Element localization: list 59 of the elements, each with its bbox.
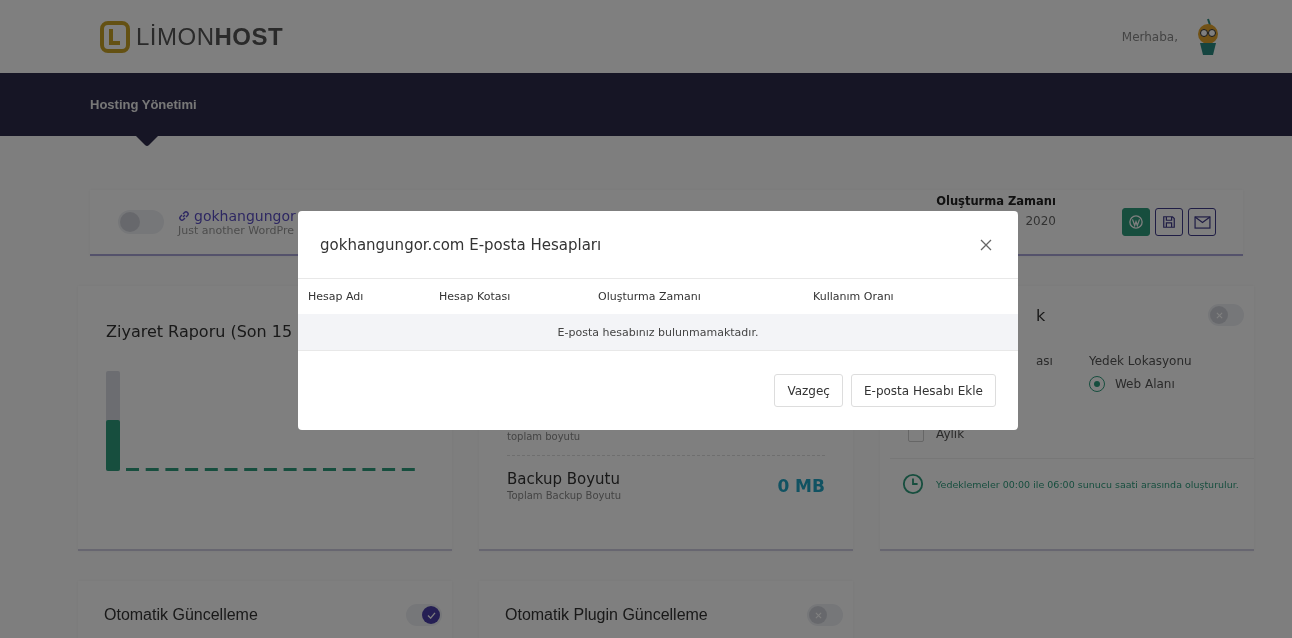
empty-message: E-posta hesabınız bulunmamaktadır. <box>557 325 759 339</box>
card-title: k <box>1036 305 1046 325</box>
location-radio[interactable]: Web Alanı <box>1088 376 1192 392</box>
created-label: Oluşturma Zamanı <box>936 194 1056 208</box>
chart-bar <box>323 468 336 471</box>
chart-bar <box>303 468 317 471</box>
wordpress-icon <box>1129 215 1143 229</box>
column-header: Oluşturma Zamanı <box>598 290 702 303</box>
toggle-switch[interactable] <box>1208 304 1244 326</box>
wordpress-button[interactable] <box>1122 208 1150 236</box>
close-icon <box>814 611 822 619</box>
chart-bar <box>126 468 139 471</box>
card-title: Ziyaret Raporu (Son 15 <box>106 322 294 341</box>
chart-bar <box>224 468 238 471</box>
chart-bar <box>244 468 258 471</box>
chart-bar <box>283 468 297 471</box>
save-button[interactable] <box>1155 208 1183 236</box>
dialog-button[interactable]: E-posta Hesabı Ekle <box>850 374 996 407</box>
chart-bar <box>165 468 179 471</box>
close-icon <box>1215 311 1223 319</box>
dialog-title: gokhangungor.com E-posta Hesapları <box>320 235 602 254</box>
size-title: Backup Boyutu <box>507 470 621 488</box>
chart-bar <box>362 468 376 471</box>
toggle-switch[interactable] <box>807 604 843 626</box>
backup-note: Yedeklemeler 00:00 ile 06:00 sunucu saati arasında oluşturulur. <box>936 478 1239 490</box>
column-header: Hesap Adı <box>308 290 365 303</box>
option-label: Yedek Lokasyonu <box>1088 354 1192 368</box>
chart-bar <box>185 468 199 471</box>
logo-text[interactable]: LİMONHOST <box>136 22 284 51</box>
chart-bar <box>342 468 356 471</box>
option-label: ası <box>1036 354 1053 368</box>
greeting-text: Merhaba, <box>1121 29 1178 44</box>
toggle-switch[interactable] <box>118 210 164 234</box>
check-icon <box>426 611 436 619</box>
link-icon <box>178 209 190 222</box>
clock-icon <box>902 473 924 495</box>
mail-icon <box>1193 215 1211 229</box>
nav-tab[interactable]: Hosting Yönetimi <box>90 96 197 113</box>
size-description: toplam boyutu <box>507 431 582 442</box>
chart-bar <box>401 468 415 471</box>
card-title: Otomatik Güncelleme <box>104 606 258 624</box>
column-header: Hesap Kotası <box>439 290 512 303</box>
column-header: Kullanım Oranı <box>813 290 894 303</box>
card-title: Otomatik Plugin Güncelleme <box>505 606 708 624</box>
chart-bar <box>145 468 159 471</box>
chart-bar <box>382 468 396 471</box>
size-value: 0 MB <box>777 475 825 496</box>
toggle-switch[interactable] <box>406 604 442 626</box>
mail-button[interactable] <box>1188 208 1216 236</box>
created-date: 2020 <box>1025 214 1056 228</box>
domain-link[interactable]: gokhangungor <box>178 207 296 224</box>
chart-bar <box>263 468 277 471</box>
logo-icon <box>100 20 130 53</box>
close-icon <box>980 238 992 251</box>
dialog-button[interactable]: Vazgeç <box>774 374 843 407</box>
chart-bar <box>204 468 218 471</box>
chart-bar <box>106 420 120 471</box>
size-description: Toplam Backup Boyutu <box>507 490 622 501</box>
save-icon <box>1162 215 1176 229</box>
